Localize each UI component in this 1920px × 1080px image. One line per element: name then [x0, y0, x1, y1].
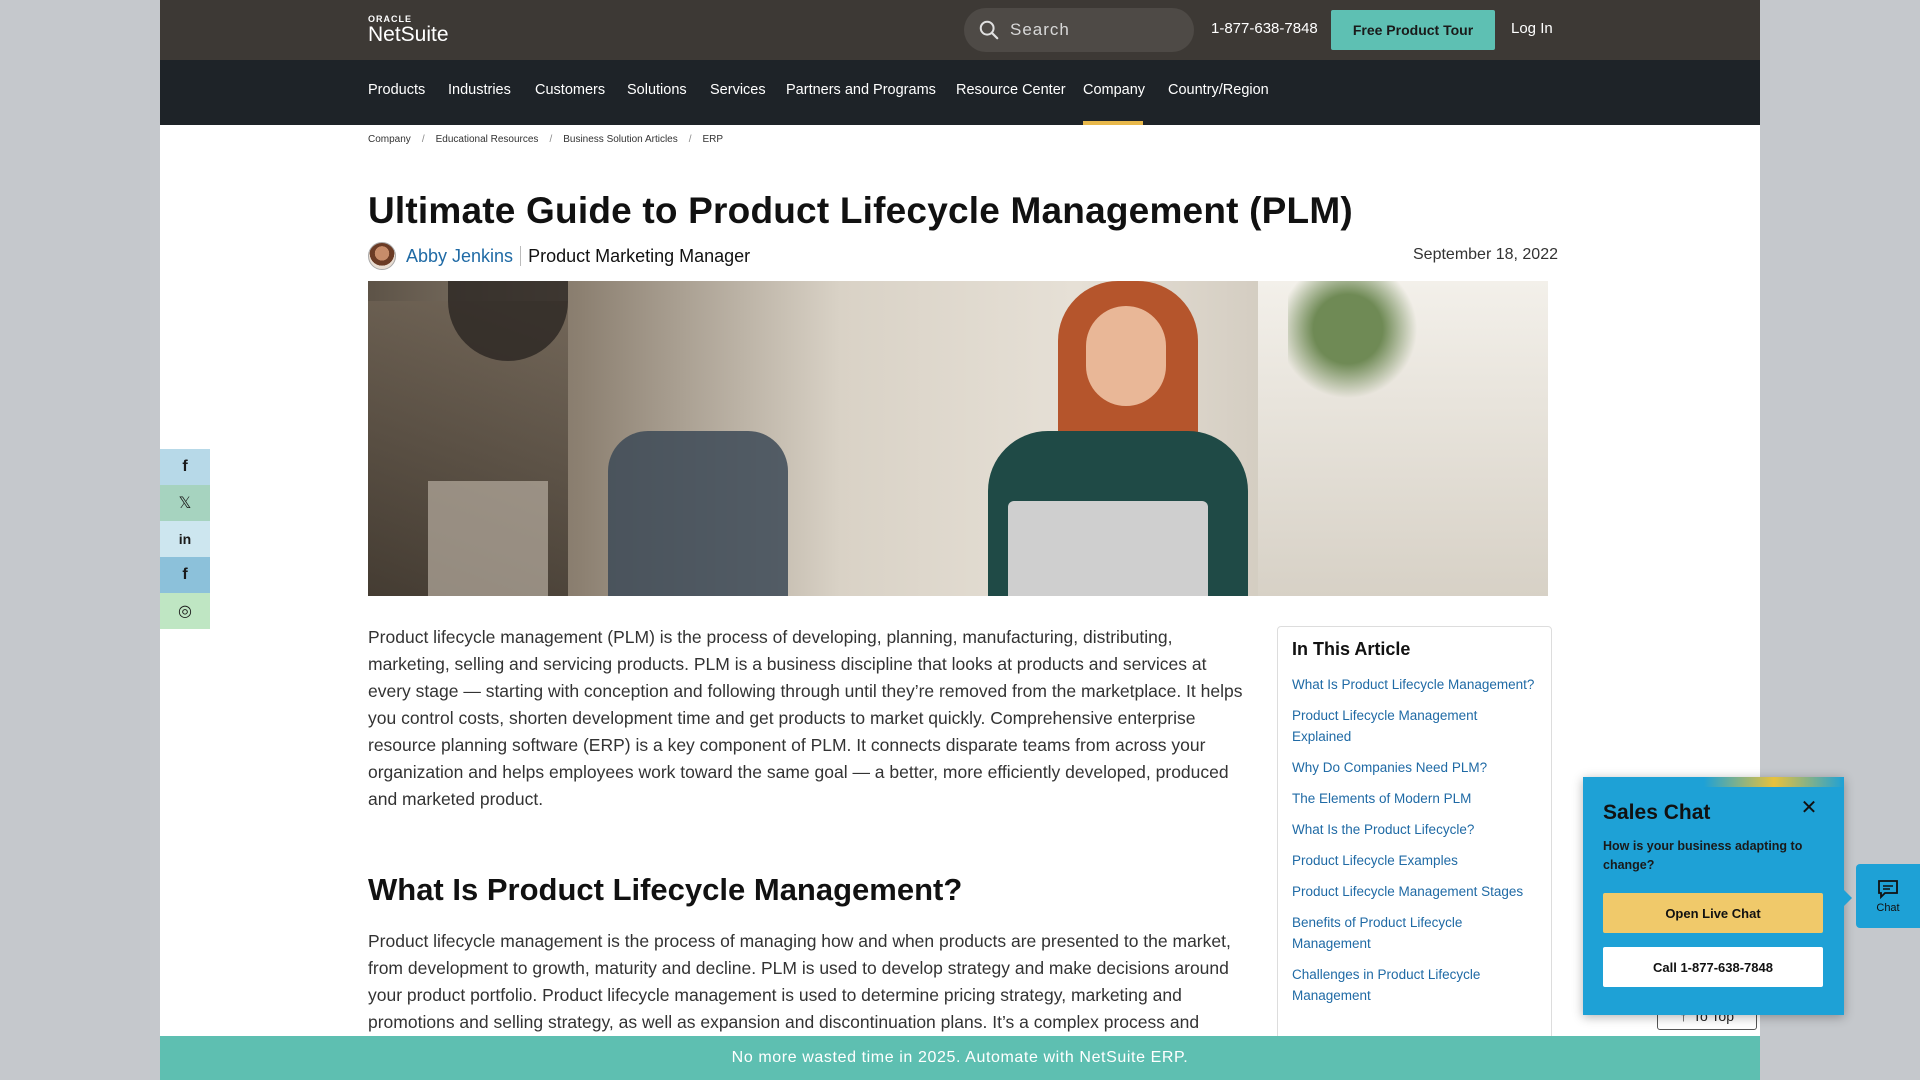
sales-chat-popup: Sales Chat ✕ How is your business adapti… — [1583, 777, 1852, 1015]
nav-industries[interactable]: Industries — [448, 82, 511, 98]
author-link[interactable]: Abby Jenkins — [406, 246, 513, 267]
toc-item[interactable]: Benefits of Product Lifecycle Management — [1292, 912, 1537, 954]
popup-pointer — [1843, 889, 1852, 907]
section-heading: What Is Product Lifecycle Management? — [368, 872, 963, 907]
toc-item[interactable]: What Is the Product Lifecycle? — [1292, 819, 1537, 840]
nav-partners-programs[interactable]: Partners and Programs — [786, 82, 936, 98]
chat-tab-button[interactable]: Chat — [1856, 864, 1920, 928]
breadcrumb: Company / Educational Resources / Busine… — [368, 134, 723, 145]
toc-item[interactable]: Product Lifecycle Management Explained — [1292, 705, 1537, 747]
search-icon — [979, 20, 999, 40]
nav-products[interactable]: Products — [368, 82, 425, 98]
table-of-contents: In This Article What Is Product Lifecycl… — [1277, 626, 1552, 1046]
toc-item[interactable]: What Is Product Lifecycle Management? — [1292, 674, 1537, 695]
logo-netsuite-text: NetSuite — [368, 23, 449, 46]
sales-chat-title: Sales Chat — [1603, 801, 1711, 824]
facebook-icon[interactable]: f — [160, 449, 210, 485]
instagram-icon[interactable]: ◎ — [160, 593, 210, 629]
breadcrumb-separator: / — [421, 134, 425, 145]
breadcrumb-business-solution-articles[interactable]: Business Solution Articles — [563, 134, 678, 145]
linkedin-icon[interactable]: in — [160, 521, 210, 557]
page: ORACLE NetSuite 1-877-638-7848 Free Prod… — [160, 0, 1760, 1080]
author-role: Product Marketing Manager — [528, 245, 751, 266]
section-paragraph: Product lifecycle management is the proc… — [368, 931, 1231, 1032]
nav-active-indicator — [1083, 121, 1143, 125]
nav-customers[interactable]: Customers — [535, 82, 605, 98]
flipboard-icon[interactable]: f — [160, 557, 210, 593]
search-input[interactable] — [1010, 20, 1180, 40]
open-live-chat-button[interactable]: Open Live Chat — [1603, 893, 1823, 933]
phone-link[interactable]: 1-877-638-7848 — [1211, 20, 1318, 37]
login-link[interactable]: Log In — [1511, 20, 1553, 37]
top-bar: ORACLE NetSuite 1-877-638-7848 Free Prod… — [160, 0, 1760, 60]
intro-paragraph: Product lifecycle management (PLM) is th… — [368, 627, 1243, 809]
publish-date: September 18, 2022 — [1413, 246, 1558, 263]
toc-item[interactable]: Product Lifecycle Management Stages — [1292, 881, 1537, 902]
toc-item[interactable]: Challenges in Product Lifecycle Manageme… — [1292, 964, 1537, 1006]
main-nav: Products Industries Customers Solutions … — [160, 60, 1760, 125]
close-icon[interactable]: ✕ — [1797, 795, 1821, 819]
breadcrumb-educational-resources[interactable]: Educational Resources — [436, 134, 539, 145]
sales-chat-question: How is your business adapting to change? — [1603, 839, 1803, 872]
toc-item[interactable]: The Elements of Modern PLM — [1292, 788, 1537, 809]
breadcrumb-separator: / — [688, 134, 692, 145]
breadcrumb-company[interactable]: Company — [368, 134, 411, 145]
page-title: Ultimate Guide to Product Lifecycle Mana… — [368, 190, 1353, 231]
toc-title: In This Article — [1292, 639, 1411, 659]
nav-country-region[interactable]: Country/Region — [1168, 82, 1269, 98]
breadcrumb-separator: / — [549, 134, 553, 145]
chat-bubble-icon — [1878, 879, 1898, 899]
nav-solutions[interactable]: Solutions — [627, 82, 687, 98]
nav-company[interactable]: Company — [1083, 82, 1145, 98]
free-product-tour-button[interactable]: Free Product Tour — [1331, 10, 1495, 50]
breadcrumb-erp[interactable]: ERP — [703, 134, 724, 145]
byline: Abby Jenkins Product Marketing Manager — [368, 242, 750, 270]
author-avatar — [368, 242, 396, 270]
chat-decoration — [1704, 777, 1844, 787]
netsuite-logo[interactable]: ORACLE NetSuite — [368, 14, 449, 47]
chat-tab-label: Chat — [1876, 901, 1900, 914]
toc-item[interactable]: Why Do Companies Need PLM? — [1292, 757, 1537, 778]
nav-resource-center[interactable]: Resource Center — [956, 82, 1066, 98]
hero-image — [368, 281, 1548, 596]
call-sales-button[interactable]: Call 1-877-638-7848 — [1603, 947, 1823, 987]
toc-item[interactable]: Product Lifecycle Examples — [1292, 850, 1537, 871]
promo-banner[interactable]: No more wasted time in 2025. Automate wi… — [160, 1036, 1760, 1080]
nav-services[interactable]: Services — [710, 82, 766, 98]
search-box[interactable] — [964, 8, 1194, 52]
byline-divider — [520, 246, 522, 266]
x-twitter-icon[interactable]: 𝕏 — [160, 485, 210, 521]
